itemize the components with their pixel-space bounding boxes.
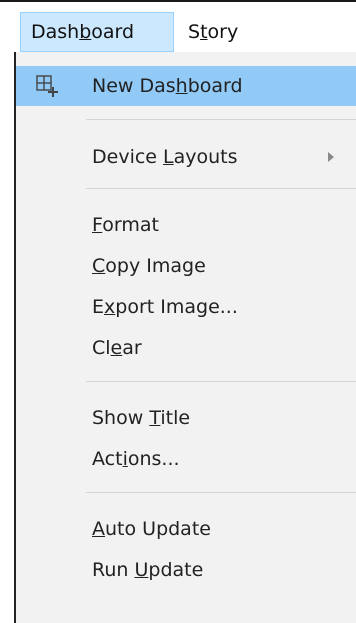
menu-item-label: Actions... xyxy=(92,448,180,470)
menu-item-label: Run Update xyxy=(92,559,204,581)
menu-item-label: Clear xyxy=(92,337,142,359)
menu-item-label: Show Title xyxy=(92,407,191,429)
menu-item-label: Copy Image xyxy=(92,255,206,277)
menu-item-copy-image[interactable]: Copy Image xyxy=(16,246,356,286)
menu-item-format[interactable]: Format xyxy=(16,205,356,245)
menu-item-label: Auto Update xyxy=(92,518,211,540)
menu-item-actions[interactable]: Actions... xyxy=(16,439,356,479)
new-dashboard-icon xyxy=(36,75,58,97)
menu-item-label: Export Image... xyxy=(92,296,238,318)
submenu-arrow-icon xyxy=(328,152,334,162)
menu-item-auto-update[interactable]: Auto Update xyxy=(16,509,356,549)
dashboard-dropdown-menu: New Dashboard Device Layouts Format Copy… xyxy=(14,52,356,623)
menubar-dashboard-label: Dashboard xyxy=(31,21,135,43)
menu-item-label: Device Layouts xyxy=(92,146,238,168)
menu-item-label: Format xyxy=(92,214,159,236)
menu-separator xyxy=(86,119,356,120)
menu-item-clear[interactable]: Clear xyxy=(16,328,356,368)
menu-separator xyxy=(86,492,356,493)
menu-item-export-image[interactable]: Export Image... xyxy=(16,287,356,327)
menu-item-show-title[interactable]: Show Title xyxy=(16,398,356,438)
menu-separator xyxy=(86,188,356,189)
menubar-story-label: Story xyxy=(188,21,239,43)
menu-item-new-dashboard[interactable]: New Dashboard xyxy=(16,66,356,106)
menu-separator xyxy=(86,381,356,382)
app-window: Dashboard Story New Dashboard Device Lay… xyxy=(0,0,356,623)
menu-item-device-layouts[interactable]: Device Layouts xyxy=(16,137,356,177)
menu-bar: Dashboard Story xyxy=(0,0,356,52)
menu-item-label: New Dashboard xyxy=(92,75,243,97)
menubar-item-dashboard[interactable]: Dashboard xyxy=(20,12,174,52)
menubar-item-story[interactable]: Story xyxy=(178,12,278,52)
menu-item-run-update[interactable]: Run Update xyxy=(16,550,356,590)
